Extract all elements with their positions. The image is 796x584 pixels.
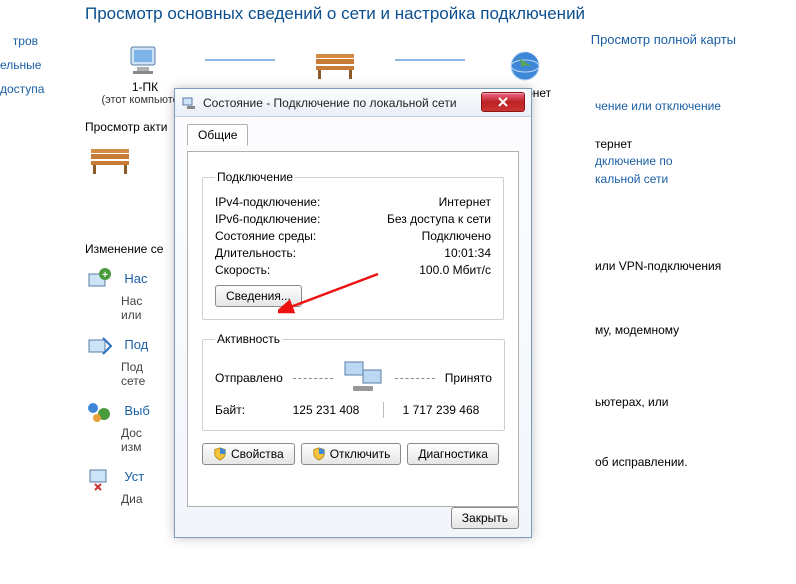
connect-network-link[interactable]: Под (124, 337, 148, 352)
view-full-map-link[interactable]: Просмотр полной карты (591, 32, 736, 47)
media-state-value: Подключено (422, 229, 491, 243)
bench-icon (275, 48, 395, 84)
activity-group: Активность Отправлено Принято Байт: 125 … (202, 332, 505, 431)
lan-connection-link[interactable]: дключение по (595, 153, 673, 170)
close-icon (497, 96, 509, 108)
properties-button[interactable]: Свойства (202, 443, 295, 465)
setup-connection-link[interactable]: Нас (124, 271, 147, 286)
homegroup-link[interactable]: Выб (124, 403, 149, 418)
sidebar-fragment: тров ельные доступа (0, 0, 40, 104)
bytes-label: Байт: (215, 403, 275, 417)
shield-icon (312, 447, 326, 461)
svg-text:+: + (102, 270, 108, 281)
network-adapter-icon (181, 95, 197, 111)
close-button[interactable] (481, 92, 525, 112)
ipv4-value: Интернет (439, 195, 491, 209)
shield-icon (213, 447, 227, 461)
lan-connection-link-2[interactable]: кальной сети (595, 171, 673, 188)
page-title: Просмотр основных сведений о сети и наст… (85, 4, 796, 24)
troubleshoot-icon (85, 464, 113, 492)
globe-icon (465, 48, 585, 84)
speed-value: 100.0 Мбит/с (419, 263, 491, 277)
homegroup-icon (85, 398, 113, 426)
connect-disconnect-link[interactable]: чение или отключение (595, 99, 721, 113)
bytes-sent-value: 125 231 408 (275, 403, 377, 417)
speed-label: Скорость: (215, 263, 270, 277)
details-button[interactable]: Сведения... (215, 285, 302, 307)
received-label: Принято (445, 371, 492, 385)
two-pc-icon (343, 360, 385, 396)
bytes-received-value: 1 717 239 468 (390, 403, 492, 417)
access-type-fragment: тернет (595, 136, 673, 153)
disable-button[interactable]: Отключить (301, 443, 402, 465)
tab-general[interactable]: Общие (187, 124, 248, 146)
diagnose-button[interactable]: Диагностика (407, 443, 499, 465)
ipv4-label: IPv4-подключение: (215, 195, 320, 209)
duration-value: 10:01:34 (444, 246, 491, 260)
dialog-title: Состояние - Подключение по локальной сет… (203, 96, 457, 110)
ipv6-label: IPv6-подключение: (215, 212, 320, 226)
duration-label: Длительность: (215, 246, 296, 260)
pc-icon (85, 42, 205, 78)
connect-network-icon (85, 332, 113, 360)
close-dialog-button[interactable]: Закрыть (451, 507, 519, 529)
new-connection-icon: + (85, 266, 113, 294)
media-state-label: Состояние среды: (215, 229, 316, 243)
connection-status-dialog: Состояние - Подключение по локальной сет… (174, 88, 532, 538)
bench-icon (85, 142, 135, 182)
ipv6-value: Без доступа к сети (387, 212, 491, 226)
sent-label: Отправлено (215, 371, 283, 385)
connection-group: Подключение IPv4-подключение:Интернет IP… (202, 170, 504, 320)
troubleshoot-link[interactable]: Уст (124, 469, 144, 484)
